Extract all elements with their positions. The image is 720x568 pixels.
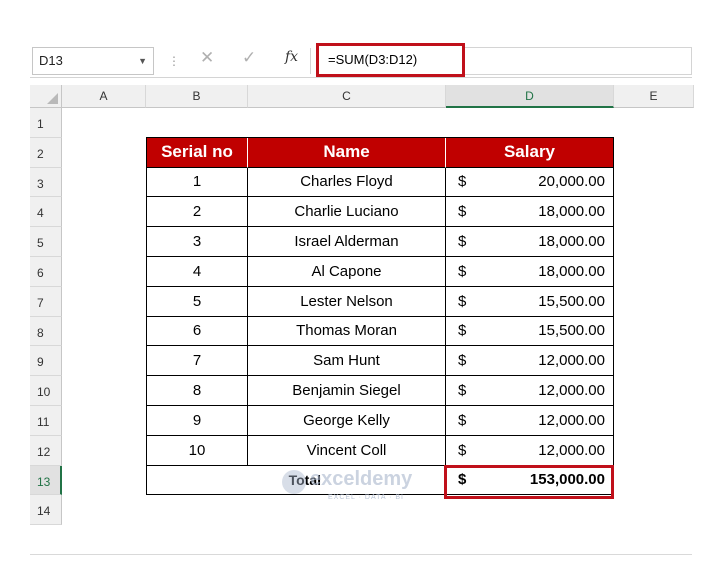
row-header-13[interactable]: 13	[30, 465, 62, 496]
table-top-border	[146, 136, 614, 138]
cell-salary[interactable]: $12,000.00	[446, 376, 614, 406]
cell-name[interactable]: Thomas Moran	[248, 316, 446, 347]
name-box-dropdown-icon[interactable]: ▼	[138, 48, 147, 74]
cell-name[interactable]: Vincent Coll	[248, 435, 446, 466]
cell-salary[interactable]: $18,000.00	[446, 257, 614, 287]
cell-serial[interactable]: 3	[146, 227, 248, 257]
salary-amount: 20,000.00	[538, 173, 605, 191]
cell-salary[interactable]: $15,500.00	[446, 286, 614, 317]
currency-symbol: $	[458, 233, 467, 251]
salary-amount: 12,000.00	[538, 411, 605, 429]
salary-amount: 15,500.00	[538, 322, 605, 340]
total-cell-highlight	[444, 465, 614, 499]
currency-symbol: $	[458, 411, 467, 429]
salary-amount: 12,000.00	[538, 352, 605, 370]
cell-name[interactable]: Benjamin Siegel	[248, 376, 446, 406]
cell-name[interactable]: Sam Hunt	[248, 346, 446, 377]
column-header-d[interactable]: D	[446, 85, 614, 108]
currency-symbol: $	[458, 382, 467, 400]
cell-serial[interactable]: 7	[146, 346, 248, 377]
salary-amount: 15,500.00	[538, 292, 605, 310]
name-box-value: D13	[39, 53, 63, 68]
row-header-4[interactable]: 4	[30, 197, 62, 228]
currency-symbol: $	[458, 262, 467, 280]
cell-serial[interactable]: 8	[146, 376, 248, 406]
currency-symbol: $	[458, 203, 467, 221]
name-box[interactable]: D13 ▼	[32, 47, 154, 75]
column-header-a[interactable]: A	[62, 85, 146, 108]
watermark-brand: exceldemy	[310, 468, 413, 490]
header-salary: Salary	[446, 137, 614, 168]
cell-serial[interactable]: 10	[146, 435, 248, 466]
cancel-icon[interactable]: ✕	[200, 48, 214, 68]
currency-symbol: $	[458, 322, 467, 340]
currency-symbol: $	[458, 441, 467, 459]
row-header-1[interactable]: 1	[30, 108, 62, 138]
cell-salary[interactable]: $12,000.00	[446, 406, 614, 436]
header-serial-no: Serial no	[146, 137, 248, 168]
column-header-b[interactable]: B	[146, 85, 248, 108]
cell-salary[interactable]: $18,000.00	[446, 227, 614, 257]
insert-function-icon[interactable]: fx	[285, 49, 298, 65]
cell-name[interactable]: Lester Nelson	[248, 286, 446, 317]
formula-input[interactable]: =SUM(D3:D12)	[316, 43, 465, 77]
cell-name[interactable]: Israel Alderman	[248, 227, 446, 257]
enter-check-icon[interactable]: ✓	[242, 48, 256, 68]
row-header-12[interactable]: 12	[30, 435, 62, 466]
more-dots-icon: ⋮	[168, 54, 180, 68]
cell-salary[interactable]: $18,000.00	[446, 197, 614, 228]
salary-amount: 18,000.00	[538, 203, 605, 221]
cell-name[interactable]: George Kelly	[248, 406, 446, 436]
row-header-8[interactable]: 8	[30, 316, 62, 347]
row-header-11[interactable]: 11	[30, 406, 62, 436]
cell-salary[interactable]: $12,000.00	[446, 346, 614, 377]
cell-salary[interactable]: $20,000.00	[446, 167, 614, 198]
header-name: Name	[248, 137, 446, 168]
currency-symbol: $	[458, 173, 467, 191]
row-header-6[interactable]: 6	[30, 257, 62, 287]
cell-serial[interactable]: 5	[146, 286, 248, 317]
currency-symbol: $	[458, 352, 467, 370]
cell-serial[interactable]: 6	[146, 316, 248, 347]
salary-amount: 18,000.00	[538, 262, 605, 280]
watermark-tagline: EXCEL · DATA · BI	[328, 494, 404, 501]
cell-salary[interactable]: $12,000.00	[446, 435, 614, 466]
cell-name[interactable]: Al Capone	[248, 257, 446, 287]
cell-name[interactable]: Charles Floyd	[248, 167, 446, 198]
cell-serial[interactable]: 1	[146, 167, 248, 198]
row-header-9[interactable]: 9	[30, 346, 62, 377]
bottom-divider	[30, 554, 692, 555]
row-header-5[interactable]: 5	[30, 227, 62, 257]
select-all-corner[interactable]	[30, 85, 62, 108]
salary-amount: 12,000.00	[538, 382, 605, 400]
formula-divider	[310, 48, 311, 74]
cell-salary[interactable]: $15,500.00	[446, 316, 614, 347]
cell-name[interactable]: Charlie Luciano	[248, 197, 446, 228]
formula-input-area[interactable]	[465, 47, 692, 75]
row-header-14[interactable]: 14	[30, 495, 62, 526]
salary-amount: 18,000.00	[538, 233, 605, 251]
cell-serial[interactable]: 2	[146, 197, 248, 228]
column-header-e[interactable]: E	[614, 85, 694, 108]
currency-symbol: $	[458, 292, 467, 310]
cell-serial[interactable]: 9	[146, 406, 248, 436]
row-header-2[interactable]: 2	[30, 137, 62, 168]
row-header-10[interactable]: 10	[30, 376, 62, 406]
exceldemy-logo-icon	[282, 470, 306, 494]
column-header-c[interactable]: C	[248, 85, 446, 108]
salary-amount: 12,000.00	[538, 441, 605, 459]
row-header-7[interactable]: 7	[30, 286, 62, 317]
row-header-3[interactable]: 3	[30, 167, 62, 198]
cell-serial[interactable]: 4	[146, 257, 248, 287]
